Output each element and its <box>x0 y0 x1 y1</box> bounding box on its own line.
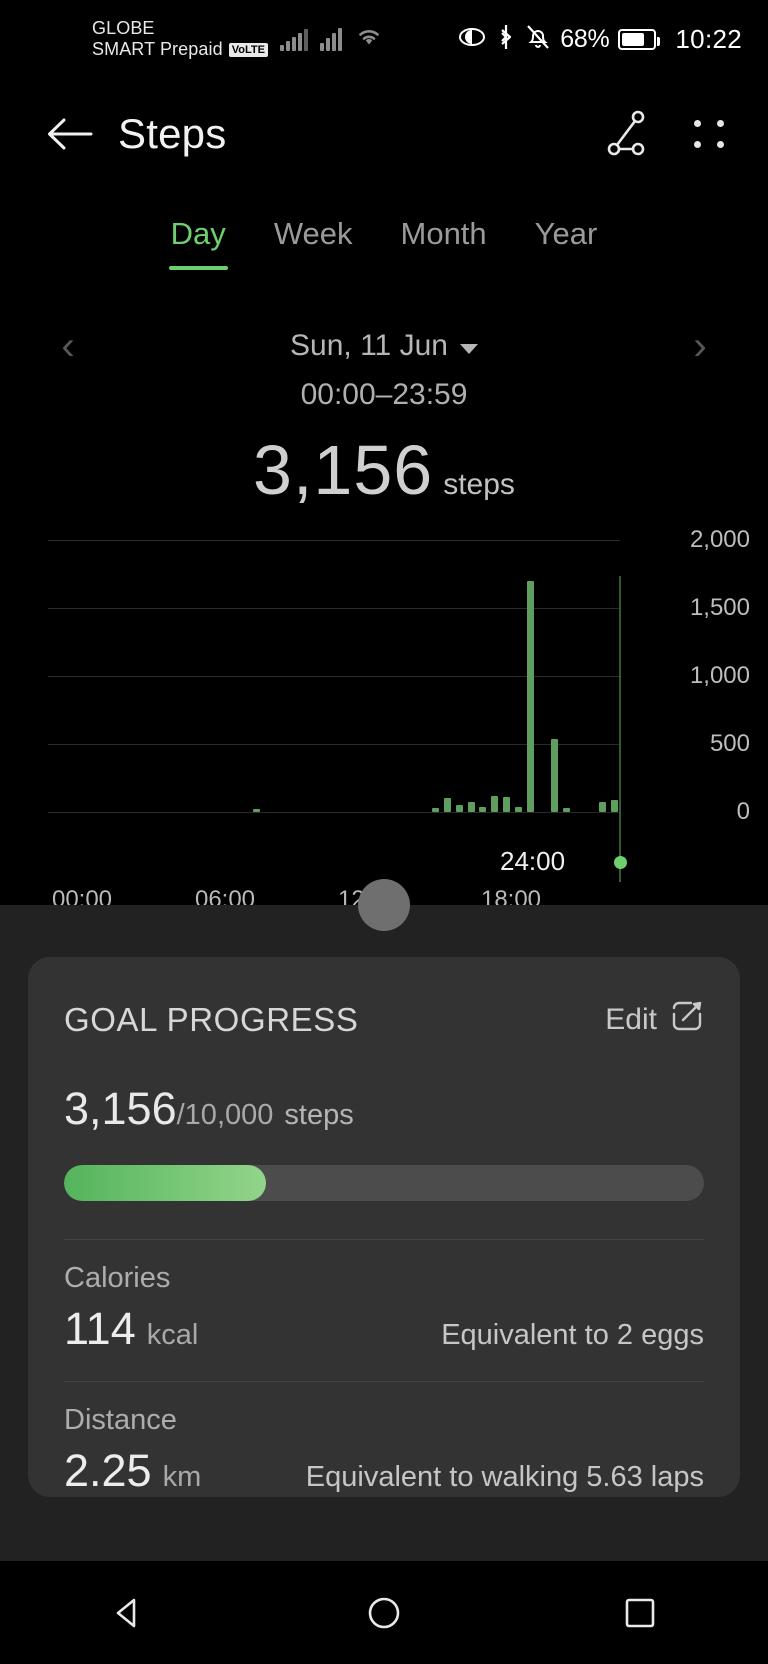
calories-equivalent: Equivalent to 2 eggs <box>441 1319 704 1351</box>
goal-progress-numbers: 3,156 /10,000 steps <box>64 1083 704 1135</box>
distance-label: Distance <box>64 1404 177 1436</box>
chart-bar <box>431 807 439 812</box>
total-steps-unit: steps <box>443 468 515 501</box>
nav-home-button[interactable] <box>324 1578 444 1648</box>
time-range-label: 00:00–23:59 <box>300 378 468 411</box>
status-bar: GLOBE SMART Prepaid VoLTE 68% 10:22 <box>0 0 768 78</box>
dot-icon <box>694 120 701 127</box>
edit-pencil-icon <box>670 999 704 1041</box>
carrier-2-label: SMART Prepaid <box>92 39 223 59</box>
wifi-icon <box>354 25 384 54</box>
chart-bar <box>253 809 261 812</box>
current-time-marker-dot <box>614 856 627 869</box>
system-navigation-bar <box>0 1561 768 1664</box>
status-icons: 68% 10:22 <box>457 23 742 56</box>
y-axis-tick-label: 2,000 <box>689 526 750 553</box>
calories-value: 114 <box>64 1303 136 1354</box>
chevron-down-icon <box>459 344 478 354</box>
chart-bar <box>550 738 558 812</box>
mute-bell-icon <box>525 23 551 56</box>
chart-bars <box>48 540 620 812</box>
goal-progress-card: GOAL PROGRESS Edit 3,156 /10,000 steps C… <box>28 957 740 1497</box>
nav-recents-button[interactable] <box>580 1578 700 1648</box>
share-button[interactable] <box>600 106 656 162</box>
tab-year[interactable]: Year <box>511 210 622 258</box>
goal-current-value: 3,156 <box>64 1083 177 1134</box>
y-axis-tick-label: 1,500 <box>689 594 750 621</box>
chart-bar <box>515 806 523 812</box>
chart-bar <box>503 797 511 812</box>
current-time-label: 24:00 <box>500 846 566 876</box>
chart-bar <box>562 807 570 812</box>
sheet-drag-handle[interactable] <box>358 879 410 931</box>
chart-bar <box>467 801 475 812</box>
carrier-info: GLOBE SMART Prepaid VoLTE <box>92 18 268 60</box>
bluetooth-icon <box>496 23 516 56</box>
calories-label: Calories <box>64 1262 171 1294</box>
steps-chart[interactable]: 05001,0001,5002,000 24:00 00:0006:0012:0… <box>0 516 768 916</box>
period-tabs: Day Week Month Year <box>0 210 768 270</box>
date-selector[interactable]: Sun, 11 Jun <box>100 329 668 363</box>
goal-card-header: GOAL PROGRESS Edit <box>64 957 704 1041</box>
previous-day-button[interactable]: ‹ <box>36 318 100 374</box>
more-options-button[interactable] <box>682 106 738 162</box>
chart-bar <box>598 802 606 812</box>
current-time-marker-line <box>619 576 621 882</box>
goal-unit-label: steps <box>284 1099 354 1131</box>
distance-value: 2.25 <box>64 1445 152 1496</box>
y-axis-tick-label: 500 <box>709 730 750 757</box>
battery-percent-label: 68% <box>560 24 610 53</box>
metric-calories: Calories 114 kcal Equivalent to 2 eggs <box>64 1240 704 1355</box>
clock-label: 10:22 <box>675 23 742 54</box>
calories-unit: kcal <box>146 1319 199 1351</box>
chart-bar <box>491 795 499 812</box>
goal-progress-fill <box>64 1165 266 1201</box>
y-axis-tick-label: 1,000 <box>689 662 750 689</box>
distance-equivalent: Equivalent to walking 5.63 laps <box>305 1461 704 1493</box>
phone-screen: GLOBE SMART Prepaid VoLTE 68% 10:22 Step… <box>0 0 768 1664</box>
tab-month[interactable]: Month <box>377 210 511 258</box>
chart-bar <box>610 799 618 812</box>
tab-week[interactable]: Week <box>250 210 377 258</box>
metric-distance: Distance 2.25 km Equivalent to walking 5… <box>64 1382 704 1497</box>
dot-icon <box>717 120 724 127</box>
y-axis-tick-label: 0 <box>736 798 750 825</box>
app-bar: Steps <box>0 86 768 182</box>
dot-icon <box>717 141 724 148</box>
back-button[interactable] <box>44 108 96 160</box>
carrier-1-label: GLOBE <box>92 17 155 38</box>
current-date-label: Sun, 11 Jun <box>290 329 448 362</box>
signal-bars-sim2-icon <box>319 27 342 51</box>
eye-comfort-icon <box>457 25 487 54</box>
details-sheet: GOAL PROGRESS Edit 3,156 /10,000 steps C… <box>0 879 768 1561</box>
tab-day[interactable]: Day <box>147 210 250 270</box>
chart-bar <box>455 804 463 812</box>
chart-bar <box>443 798 451 812</box>
signal-bars-sim1-icon <box>279 27 308 51</box>
chart-bar <box>527 580 535 812</box>
distance-unit: km <box>162 1461 202 1493</box>
nav-back-button[interactable] <box>68 1578 188 1648</box>
carrier-2-row: SMART Prepaid VoLTE <box>92 39 268 60</box>
total-steps-value: 3,156 <box>253 431 434 509</box>
goal-progress-bar <box>64 1165 704 1201</box>
page-title: Steps <box>118 110 227 157</box>
gridline <box>48 812 620 813</box>
total-steps-display: 3,156 steps <box>0 430 768 510</box>
next-day-button[interactable]: › <box>668 318 732 374</box>
battery-icon <box>618 28 661 50</box>
edit-goal-button[interactable]: Edit <box>605 999 704 1041</box>
chart-plot-area <box>48 540 621 882</box>
edit-label: Edit <box>605 1003 657 1036</box>
volte-badge: VoLTE <box>228 42 268 57</box>
dot-icon <box>694 141 701 148</box>
date-navigation: ‹ Sun, 11 Jun › <box>0 318 768 374</box>
chart-bar <box>479 806 487 812</box>
goal-progress-title: GOAL PROGRESS <box>64 1001 359 1038</box>
goal-target-value: /10,000 <box>176 1099 274 1131</box>
